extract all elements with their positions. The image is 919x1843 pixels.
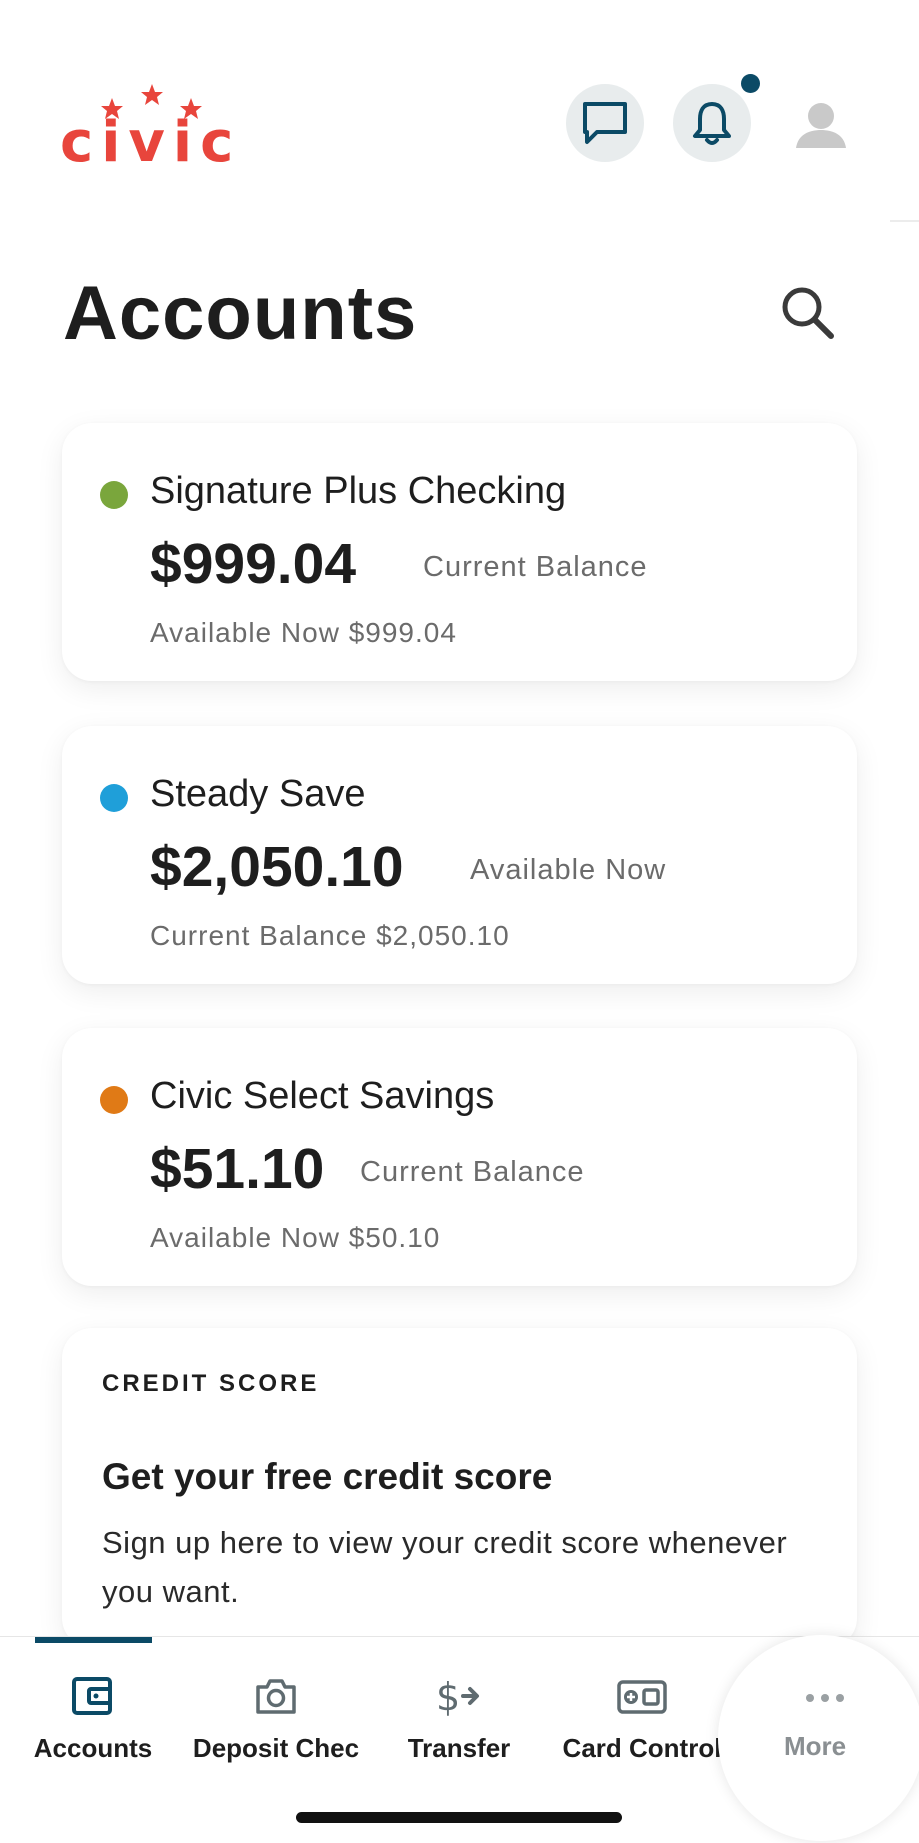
nav-item-card-control[interactable]: Card Control: [547, 1637, 737, 1777]
logo-wordmark: civic: [60, 110, 242, 175]
nav-label: Card Control: [562, 1733, 722, 1763]
account-name: Steady Save: [150, 773, 366, 815]
credit-score-eyebrow: CREDIT SCORE: [102, 1370, 320, 1397]
account-amount: $51.10: [150, 1137, 325, 1201]
account-amount: $999.04: [150, 532, 357, 596]
profile-button[interactable]: [790, 96, 852, 158]
civic-logo: civic: [60, 82, 250, 175]
nav-item-more[interactable]: More: [718, 1635, 919, 1841]
account-amount-label: Current Balance: [423, 551, 648, 583]
credit-score-body: Sign up here to view your credit score w…: [102, 1525, 788, 1609]
account-secondary-balance: Available Now $999.04: [150, 617, 457, 648]
svg-text:$: $: [436, 1675, 460, 1718]
nav-label: Transfer: [407, 1733, 511, 1763]
account-color-dot: [100, 481, 128, 509]
person-icon: [796, 103, 846, 148]
card-control-icon: [617, 1680, 667, 1714]
search-button[interactable]: [775, 280, 841, 346]
notification-badge: [741, 74, 760, 93]
notifications-button[interactable]: [673, 84, 751, 162]
home-indicator: [296, 1812, 622, 1823]
header-divider: [890, 220, 919, 222]
nav-label: Deposit Chec: [192, 1733, 360, 1763]
account-amount-label: Current Balance: [360, 1156, 585, 1188]
account-secondary-balance: Available Now $50.10: [150, 1222, 441, 1253]
nav-item-transfer[interactable]: $ Transfer: [364, 1637, 554, 1777]
nav-label: Accounts: [33, 1733, 153, 1763]
dollar-arrow-icon: $: [436, 1675, 479, 1718]
chat-bubble-icon: [583, 102, 627, 144]
account-amount-label: Available Now: [470, 854, 667, 886]
bell-icon: [693, 102, 731, 145]
account-amount: $2,050.10: [150, 835, 404, 899]
account-card-checking[interactable]: Signature Plus Checking $999.04 Current …: [62, 423, 857, 681]
wallet-icon: [72, 1677, 112, 1715]
credit-score-card[interactable]: CREDIT SCORE Get your free credit score …: [62, 1328, 857, 1648]
nav-item-deposit-check[interactable]: Deposit Chec: [181, 1637, 371, 1777]
camera-icon: [256, 1679, 296, 1714]
messages-button[interactable]: [566, 84, 644, 162]
account-secondary-balance: Current Balance $2,050.10: [150, 920, 510, 951]
nav-label: More: [783, 1731, 847, 1761]
account-color-dot: [100, 784, 128, 812]
account-name: Signature Plus Checking: [150, 470, 567, 512]
account-name: Civic Select Savings: [150, 1075, 495, 1117]
nav-item-accounts[interactable]: Accounts: [0, 1637, 188, 1777]
credit-score-title: Get your free credit score: [102, 1456, 553, 1497]
account-card-select-savings[interactable]: Civic Select Savings $51.10 Current Bala…: [62, 1028, 857, 1286]
page-title: Accounts: [63, 271, 418, 356]
search-icon: [782, 287, 834, 339]
account-color-dot: [100, 1086, 128, 1114]
ellipsis-icon: [806, 1694, 844, 1702]
account-card-steady-save[interactable]: Steady Save $2,050.10 Available Now Curr…: [62, 726, 857, 984]
